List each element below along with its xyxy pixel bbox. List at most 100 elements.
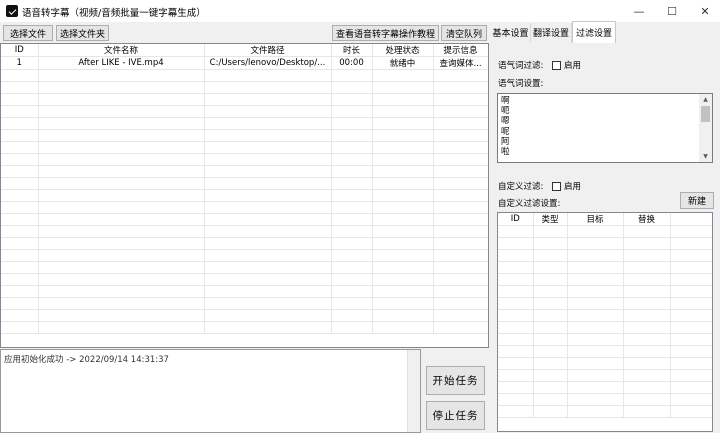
tutorial-button[interactable]: 查看语音转字幕操作教程 (332, 25, 439, 41)
select-folder-button[interactable]: 选择文件夹 (56, 25, 109, 41)
empty-cell (567, 321, 624, 334)
empty-cell (1, 201, 39, 214)
empty-cell (204, 141, 332, 154)
custom-filter-enable[interactable]: 启用 (552, 180, 581, 192)
empty-cell (498, 369, 534, 382)
empty-cell (533, 309, 568, 322)
empty-cell (670, 309, 712, 322)
table-row[interactable]: 1 After LIKE - IVE.mp4 C:/Users/lenovo/D… (1, 56, 488, 70)
modal-filter-enable[interactable]: 启用 (552, 59, 581, 71)
empty-cell (498, 225, 534, 238)
column-header-id[interactable]: ID (1, 44, 39, 57)
start-task-button[interactable]: 开始任务 (426, 366, 485, 395)
modal-filter-checkbox[interactable] (552, 60, 561, 70)
empty-cell (433, 309, 488, 322)
empty-cell (38, 105, 205, 118)
empty-row (498, 357, 712, 370)
modal-words-scrollbar[interactable]: ▲ ▼ (699, 94, 712, 162)
custom-filter-checkbox[interactable] (552, 181, 561, 191)
maximize-button[interactable]: ☐ (655, 0, 689, 22)
column-header-type[interactable]: 类型 (533, 213, 568, 226)
empty-cell (670, 405, 712, 418)
scroll-thumb[interactable] (701, 106, 710, 122)
column-header-message[interactable]: 提示信息 (433, 44, 488, 57)
empty-cell (498, 333, 534, 346)
empty-cell (670, 285, 712, 298)
empty-cell (204, 69, 332, 82)
empty-cell (204, 285, 332, 298)
empty-cell (372, 153, 434, 166)
empty-row (498, 345, 712, 358)
close-button[interactable]: ✕ (688, 0, 720, 22)
file-table[interactable]: ID 文件名称 文件路径 时长 处理状态 提示信息 1 After LIKE -… (0, 43, 489, 348)
cell-duration: 00:00 (331, 56, 373, 70)
column-header-filename[interactable]: 文件名称 (38, 44, 205, 57)
empty-cell (204, 201, 332, 214)
log-panel[interactable]: 应用初始化成功 -> 2022/09/14 14:31:37 (0, 349, 421, 433)
empty-cell (623, 369, 671, 382)
column-header-replace[interactable]: 替换 (623, 213, 671, 226)
column-header-id[interactable]: ID (498, 213, 534, 226)
empty-cell (331, 261, 373, 274)
empty-cell (331, 165, 373, 178)
empty-cell (331, 201, 373, 214)
tab-translate-settings[interactable]: 翻译设置 (531, 23, 572, 42)
scroll-up-icon[interactable]: ▲ (699, 94, 712, 105)
cell-id: 1 (1, 56, 39, 70)
empty-cell (331, 297, 373, 310)
empty-cell (204, 309, 332, 322)
empty-row (1, 93, 488, 106)
clear-queue-button[interactable]: 清空队列 (441, 25, 487, 41)
empty-row (498, 297, 712, 310)
empty-cell (433, 261, 488, 274)
cell-message: 查询媒体... (433, 56, 488, 70)
empty-cell (623, 273, 671, 286)
empty-cell (670, 345, 712, 358)
modal-words-textarea[interactable]: 啊 呃 嗯 呢 阿 啦 ▲ ▼ (497, 93, 713, 163)
new-filter-button[interactable]: 新建 (680, 192, 714, 209)
empty-cell (433, 249, 488, 262)
empty-cell (1, 225, 39, 238)
minimize-button[interactable]: — (622, 0, 656, 22)
empty-cell (1, 189, 39, 202)
column-header-status[interactable]: 处理状态 (372, 44, 434, 57)
column-header-filepath[interactable]: 文件路径 (204, 44, 332, 57)
empty-cell (623, 333, 671, 346)
empty-cell (670, 237, 712, 250)
empty-row (1, 129, 488, 142)
empty-row (498, 321, 712, 334)
empty-cell (372, 237, 434, 250)
empty-cell (433, 297, 488, 310)
empty-cell (204, 189, 332, 202)
empty-cell (498, 345, 534, 358)
empty-row (1, 285, 488, 298)
empty-cell (670, 321, 712, 334)
stop-task-button[interactable]: 停止任务 (426, 401, 485, 430)
empty-cell (204, 213, 332, 226)
empty-cell (498, 285, 534, 298)
empty-row (498, 309, 712, 322)
empty-cell (567, 225, 624, 238)
custom-filter-table[interactable]: ID 类型 目标 替换 (497, 212, 713, 432)
empty-cell (331, 177, 373, 190)
empty-cell (204, 165, 332, 178)
empty-cell (204, 237, 332, 250)
empty-row (1, 81, 488, 94)
log-scrollbar[interactable] (407, 350, 420, 432)
empty-cell (204, 129, 332, 142)
empty-cell (372, 321, 434, 334)
column-header-duration[interactable]: 时长 (331, 44, 373, 57)
empty-cell (372, 213, 434, 226)
empty-cell (331, 225, 373, 238)
tab-filter-settings[interactable]: 过滤设置 (572, 21, 616, 43)
scroll-down-icon[interactable]: ▼ (699, 151, 712, 162)
tab-basic-settings[interactable]: 基本设置 (491, 23, 531, 42)
empty-cell (372, 165, 434, 178)
empty-row (498, 261, 712, 274)
empty-cell (331, 117, 373, 130)
column-header-target[interactable]: 目标 (567, 213, 624, 226)
empty-cell (433, 129, 488, 142)
empty-cell (433, 165, 488, 178)
empty-cell (372, 189, 434, 202)
select-file-button[interactable]: 选择文件 (3, 25, 53, 41)
